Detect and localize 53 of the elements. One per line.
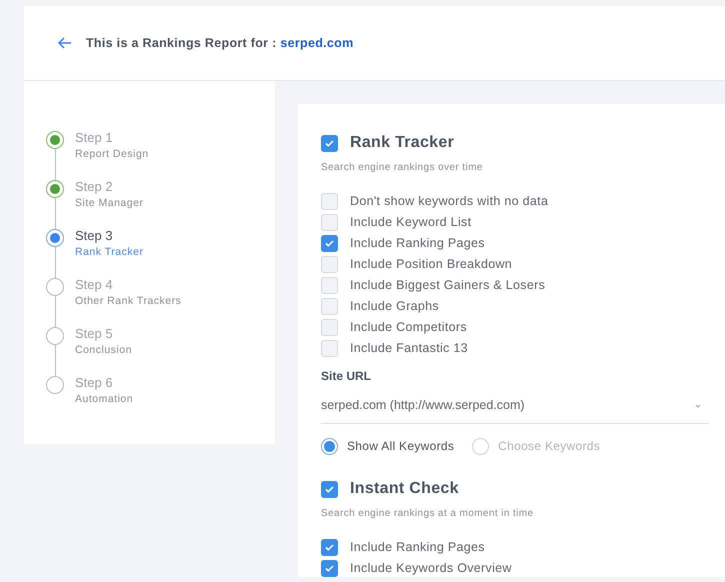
- checkmark-icon: [325, 140, 334, 146]
- checkbox[interactable]: [321, 193, 338, 210]
- option-label[interactable]: Include Biggest Gainers & Losers: [350, 276, 546, 295]
- section-subtitle: Search engine rankings over time: [321, 161, 484, 175]
- checkbox[interactable]: [321, 539, 338, 556]
- site-link[interactable]: serped.com: [280, 36, 354, 50]
- option-label[interactable]: Include Graphs: [350, 297, 439, 316]
- chevron-down-icon: [695, 404, 701, 408]
- radio-button[interactable]: [472, 438, 490, 454]
- section-title: Instant Check: [350, 479, 459, 499]
- step-label: Step 4: [75, 276, 114, 293]
- section-title: Rank Tracker: [350, 133, 454, 153]
- report-title: This is a Rankings Report for : serped.com: [86, 34, 354, 52]
- option-label[interactable]: Include Competitors: [350, 318, 467, 337]
- checkbox[interactable]: [321, 319, 338, 336]
- step-name[interactable]: Conclusion: [75, 342, 132, 359]
- checkbox[interactable]: [321, 134, 338, 152]
- back-arrow-icon[interactable]: [58, 37, 72, 49]
- checkmark-icon: [325, 544, 334, 551]
- option-label[interactable]: Include Ranking Pages: [350, 538, 485, 557]
- step-name[interactable]: Report Design: [75, 146, 149, 163]
- option-label[interactable]: Include Fantastic 13: [350, 339, 468, 358]
- option-label[interactable]: Include Ranking Pages: [350, 234, 485, 253]
- dropdown-value: serped.com (http://www.serped.com): [321, 397, 525, 414]
- option-label[interactable]: Include Keyword List: [350, 213, 472, 232]
- step-name[interactable]: Other Rank Trackers: [75, 293, 182, 310]
- step-label: Step 2: [75, 178, 114, 195]
- step-label: Step 6: [75, 374, 114, 391]
- checkmark-icon: [325, 240, 334, 247]
- checkmark-icon: [325, 486, 334, 492]
- step-label: Step 1: [75, 129, 114, 146]
- section-subtitle: Search engine rankings at a moment in time: [321, 507, 534, 521]
- step-name[interactable]: Automation: [75, 391, 134, 408]
- checkmark-icon: [325, 565, 334, 572]
- checkbox[interactable]: [321, 256, 338, 273]
- radio-button[interactable]: [321, 438, 338, 454]
- checkbox[interactable]: [321, 560, 338, 577]
- checkbox[interactable]: [321, 480, 338, 498]
- option-label[interactable]: Include Position Breakdown: [350, 255, 512, 274]
- option-label[interactable]: Include Keywords Overview: [350, 559, 512, 578]
- step-label: Step 3: [75, 227, 114, 244]
- checkbox[interactable]: [321, 298, 338, 315]
- checkbox[interactable]: [321, 340, 338, 357]
- checkbox[interactable]: [321, 214, 338, 231]
- checkbox[interactable]: [321, 235, 338, 252]
- site-url-dropdown[interactable]: serped.com (http://www.serped.com): [321, 388, 709, 424]
- radio-option[interactable]: Show All Keywords: [321, 437, 454, 455]
- step-name[interactable]: Rank Tracker: [75, 244, 144, 261]
- field-label: Site URL: [321, 368, 372, 385]
- option-label[interactable]: Don't show keywords with no data: [350, 192, 548, 211]
- step-label: Step 5: [75, 325, 114, 342]
- step-name[interactable]: Site Manager: [75, 195, 144, 212]
- checkbox[interactable]: [321, 277, 338, 294]
